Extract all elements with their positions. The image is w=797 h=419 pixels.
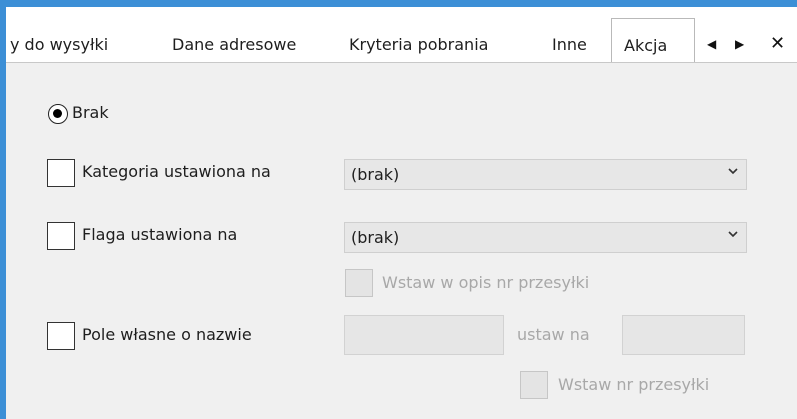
- custom-field-label: Pole własne o nazwie: [82, 325, 252, 344]
- close-icon[interactable]: ✕: [770, 33, 785, 54]
- dialog-window: y do wysyłki Dane adresowe Kryteria pobr…: [0, 0, 797, 419]
- custom-field-name-input[interactable]: [344, 315, 504, 355]
- category-label: Kategoria ustawiona na: [82, 162, 271, 181]
- flag-select-value: (brak): [351, 228, 400, 247]
- caret-right-icon[interactable]: ▶: [735, 37, 744, 51]
- chevron-down-icon: [728, 231, 738, 238]
- category-select[interactable]: (brak): [344, 159, 747, 190]
- none-radio[interactable]: [48, 104, 68, 124]
- tab-fetch-criteria[interactable]: Kryteria pobrania: [349, 35, 488, 63]
- chevron-down-icon: [728, 168, 738, 175]
- window-border-top: [0, 0, 797, 7]
- action-panel: Brak Kategoria ustawiona na (brak) Flaga…: [6, 63, 797, 419]
- none-label: Brak: [72, 103, 109, 122]
- flag-select[interactable]: (brak): [344, 222, 747, 253]
- insert-nr-checkbox[interactable]: [520, 371, 548, 399]
- tab-other[interactable]: Inne: [552, 35, 587, 63]
- custom-field-value-input[interactable]: [622, 315, 745, 355]
- set-to-label: ustaw na: [517, 325, 590, 344]
- category-checkbox[interactable]: [47, 159, 75, 187]
- window-border-left: [0, 0, 6, 419]
- custom-field-checkbox[interactable]: [47, 322, 75, 350]
- flag-checkbox[interactable]: [47, 222, 75, 250]
- tab-shipping[interactable]: y do wysyłki: [10, 35, 108, 63]
- insert-nr-label: Wstaw nr przesyłki: [558, 375, 710, 394]
- category-select-value: (brak): [351, 165, 400, 184]
- insert-desc-checkbox[interactable]: [345, 269, 373, 297]
- caret-left-icon[interactable]: ◀: [707, 37, 716, 51]
- flag-label: Flaga ustawiona na: [82, 225, 238, 244]
- tab-strip: y do wysyłki Dane adresowe Kryteria pobr…: [6, 7, 797, 70]
- insert-desc-label: Wstaw w opis nr przesyłki: [382, 273, 590, 292]
- tab-address-data[interactable]: Dane adresowe: [172, 35, 296, 63]
- tab-action-label: Akcja: [624, 36, 668, 55]
